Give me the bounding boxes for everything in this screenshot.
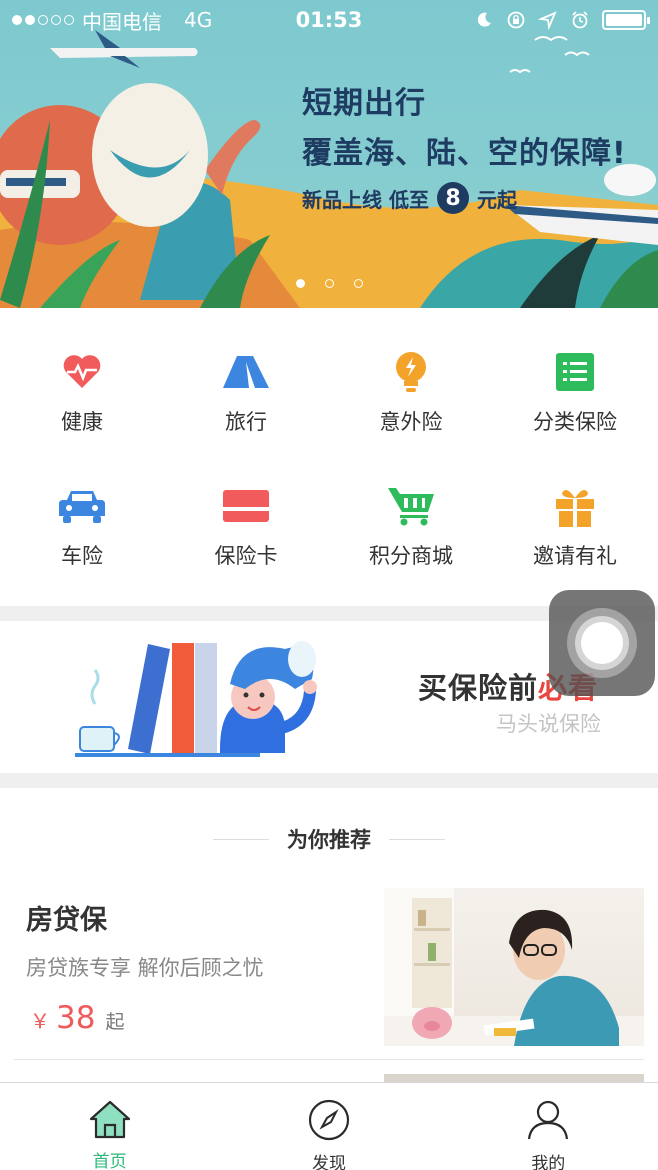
category-invite[interactable]: 邀请有礼 [493, 442, 657, 576]
tab-discover[interactable]: 发现 [219, 1083, 438, 1170]
carousel-dot[interactable] [295, 279, 305, 288]
tab-home[interactable]: 首页 [0, 1083, 219, 1170]
banner-promo: 新品上线 低至 8 元起 [302, 182, 627, 214]
price-currency: ￥ [30, 1009, 50, 1033]
banner-title: 短期出行 [302, 86, 426, 121]
moon-icon [477, 12, 491, 27]
carousel-dot[interactable] [324, 279, 334, 288]
recommend-header: 为你推荐 [0, 824, 658, 854]
product-description: 房贷族专享 解你后顾之忧 [26, 956, 264, 980]
category-classified[interactable]: 分类保险 [493, 308, 657, 442]
banner-text: 短期出行 覆盖海、陆、空的保障! 新品上线 低至 8 元起 [302, 78, 627, 214]
banner-promo-number: 8 [436, 182, 469, 214]
category-car[interactable]: 车险 [0, 442, 164, 576]
compass-icon [307, 1099, 351, 1141]
cart-icon [387, 482, 435, 530]
category-label: 健康 [61, 410, 103, 434]
price-value: 38 [56, 1000, 96, 1036]
alarm-icon [572, 11, 588, 29]
carrier-name: 中国电信 [82, 9, 162, 34]
price-suffix: 起 [105, 1011, 125, 1033]
tab-label: 发现 [311, 1154, 346, 1170]
banner-promo-prefix: 新品上线 低至 [302, 187, 429, 212]
category-label: 邀请有礼 [533, 544, 617, 568]
banner-subtitle: 覆盖海、陆、空的保障! [302, 136, 627, 171]
category-label: 意外险 [379, 410, 443, 434]
books-mascot-illustration [75, 641, 317, 757]
tab-label: 首页 [92, 1152, 127, 1170]
product-photo [384, 888, 644, 1046]
status-icons [474, 10, 650, 30]
home-icon [88, 1099, 132, 1139]
tab-label: 我的 [531, 1154, 566, 1170]
item-divider [14, 1059, 644, 1060]
rotation-lock-icon [507, 11, 525, 29]
tab-bar: 首页 发现 我的 [0, 1082, 658, 1170]
tab-mine[interactable]: 我的 [439, 1083, 658, 1170]
battery-icon [602, 10, 650, 30]
category-grid: 健康 旅行 意外险 分类保险 车险 保险卡 积分商城 邀请有礼 [0, 308, 658, 606]
assistive-touch-button[interactable] [549, 590, 655, 696]
category-label: 分类保险 [533, 410, 617, 434]
category-label: 车险 [61, 544, 103, 568]
card-icon [222, 482, 270, 530]
heart-pulse-icon [58, 348, 106, 396]
category-label: 旅行 [225, 410, 267, 434]
status-bar: 中国电信 4G 01:53 [0, 0, 658, 40]
category-card[interactable]: 保险卡 [164, 442, 328, 576]
carousel-dot[interactable] [353, 279, 363, 288]
category-label: 保险卡 [214, 544, 278, 568]
lightbulb-icon [387, 348, 435, 396]
header-line [213, 838, 269, 840]
carousel-indicator [0, 279, 658, 288]
car-icon [58, 482, 106, 530]
category-travel[interactable]: 旅行 [164, 308, 328, 442]
header-line [389, 838, 445, 840]
user-icon [526, 1099, 570, 1141]
category-accident[interactable]: 意外险 [329, 308, 493, 442]
tent-icon [222, 348, 270, 396]
banner-promo-suffix: 元起 [476, 187, 517, 212]
recommend-title: 为你推荐 [287, 828, 371, 852]
category-points-mall[interactable]: 积分商城 [329, 442, 493, 576]
category-label: 积分商城 [369, 544, 453, 568]
list-icon [551, 348, 599, 396]
category-health[interactable]: 健康 [0, 308, 164, 442]
section-divider [0, 773, 658, 788]
signal-strength-icon [12, 15, 74, 25]
gift-icon [551, 482, 599, 530]
network-type: 4G [184, 8, 213, 32]
promo-title-main: 买保险前 [418, 671, 539, 705]
promo-subtitle: 马头说保险 [496, 712, 601, 736]
recommend-item[interactable]: 房贷保 房贷族专享 解你后顾之忧 ￥ 38 起 [0, 888, 658, 1060]
product-name: 房贷保 [26, 905, 107, 936]
location-icon [538, 11, 557, 30]
banner-carousel[interactable]: 短期出行 覆盖海、陆、空的保障! 新品上线 低至 8 元起 [0, 0, 658, 308]
product-price: ￥ 38 起 [30, 1000, 124, 1036]
